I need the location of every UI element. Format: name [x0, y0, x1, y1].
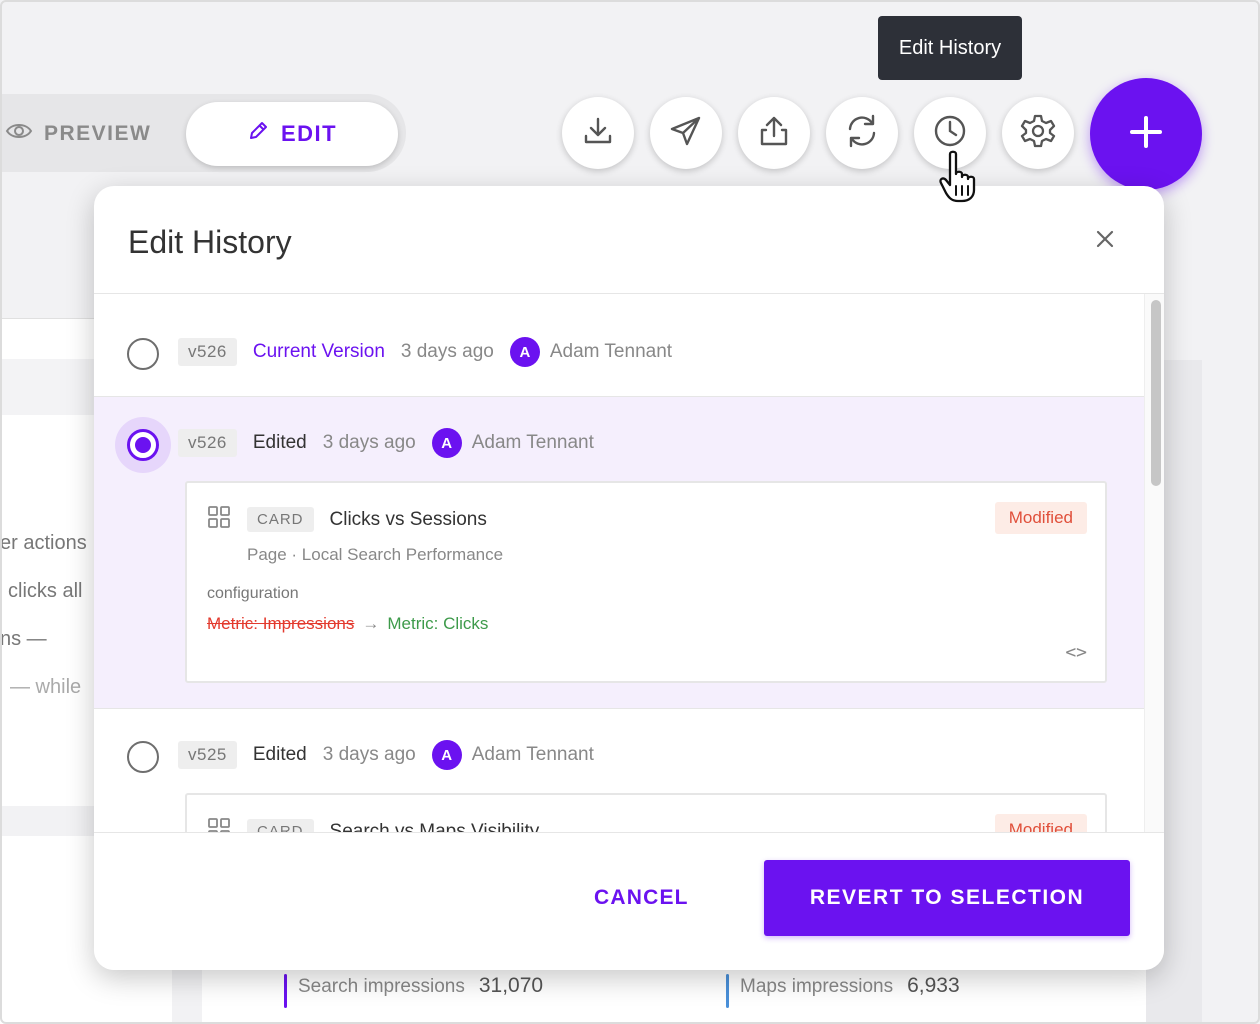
change-card: CARD Clicks vs Sessions Modified Page · …	[185, 481, 1107, 683]
settings-button[interactable]	[1002, 97, 1074, 169]
change-card-header: CARD Clicks vs Sessions	[207, 505, 487, 534]
avatar: A	[431, 428, 462, 458]
card-subtitle: Page · Local Search Performance	[247, 545, 504, 564]
version-badge: v526	[178, 429, 237, 457]
send-icon	[668, 113, 704, 154]
card-type-badge: CARD	[247, 507, 314, 532]
background-text-line: ns —	[0, 628, 47, 650]
version-radio[interactable]	[127, 429, 159, 461]
entry-author: Adam Tennant	[471, 432, 594, 453]
metric-maps-impressions: Maps impressions 6,933	[726, 974, 960, 1008]
metric-value: 6,933	[907, 974, 960, 997]
pencil-icon	[247, 120, 269, 148]
entry-time: 3 days ago	[322, 432, 416, 453]
plus-icon	[1129, 115, 1163, 154]
download-icon	[581, 114, 615, 153]
avatar: A	[509, 337, 540, 367]
grid-icon	[207, 505, 231, 534]
changed-field-name: configuration	[207, 585, 299, 602]
old-value: Metric: Impressions	[207, 614, 355, 633]
history-entry[interactable]: v525 Edited 3 days ago A Adam Tennant CA…	[94, 709, 1144, 832]
close-button[interactable]	[1090, 226, 1120, 256]
preview-label: PREVIEW	[44, 122, 152, 145]
entry-author: Adam Tennant	[471, 744, 594, 765]
entry-status: Edited	[252, 744, 307, 765]
edit-history-tooltip: Edit History	[878, 16, 1022, 80]
modified-badge: Modified	[994, 814, 1087, 832]
card-name: Search vs Maps Visibility	[329, 820, 540, 833]
arrow-right-icon: →	[362, 614, 380, 633]
entry-status: Edited	[252, 432, 307, 453]
mode-toggle: PREVIEW EDIT	[0, 94, 406, 172]
modal-header: Edit History	[94, 186, 1164, 294]
history-entry[interactable]: v526 Current Version 3 days ago A Adam T…	[94, 294, 1144, 396]
close-icon	[1096, 230, 1114, 253]
grid-icon	[207, 817, 231, 832]
new-value: Metric: Clicks	[387, 614, 489, 633]
background-text-line: er actions	[0, 532, 87, 554]
download-button[interactable]	[562, 97, 634, 169]
background-card-band	[0, 359, 94, 415]
scrollbar[interactable]	[1144, 294, 1164, 832]
metric-label: Search impressions	[298, 976, 465, 997]
background-card	[0, 318, 94, 806]
metric-color-bar	[726, 974, 729, 1008]
eye-icon	[4, 121, 34, 147]
change-card: CARD Search vs Maps Visibility Modified	[185, 793, 1107, 832]
send-button[interactable]	[650, 97, 722, 169]
metric-label: Maps impressions	[740, 976, 894, 997]
version-badge: v525	[178, 741, 237, 769]
modified-badge: Modified	[994, 502, 1087, 534]
avatar: A	[431, 740, 462, 770]
entry-time: 3 days ago	[322, 744, 416, 765]
add-button[interactable]	[1090, 78, 1202, 190]
edit-button[interactable]: EDIT	[186, 102, 398, 166]
refresh-icon	[843, 112, 881, 155]
entry-meta: v525 Edited 3 days ago A Adam Tennant	[178, 740, 594, 770]
preview-button[interactable]: PREVIEW	[4, 120, 151, 148]
hand-cursor-icon	[938, 150, 990, 209]
card-name: Clicks vs Sessions	[329, 508, 487, 530]
scrollbar-thumb[interactable]	[1151, 300, 1161, 486]
entry-time: 3 days ago	[400, 341, 494, 362]
cancel-button[interactable]: CANCEL	[576, 881, 707, 915]
change-card-header: CARD Search vs Maps Visibility	[207, 817, 539, 832]
change-diff: Metric: Impressions → Metric: Clicks	[207, 614, 488, 634]
clock-icon	[932, 113, 968, 154]
entry-meta: v526 Edited 3 days ago A Adam Tennant	[178, 428, 594, 458]
share-button[interactable]	[738, 97, 810, 169]
history-list[interactable]: v526 Current Version 3 days ago A Adam T…	[94, 294, 1144, 832]
metric-search-impressions: Search impressions 31,070	[284, 974, 544, 1008]
edit-label: EDIT	[280, 121, 338, 146]
edit-history-modal: Edit History v526 Current Version 3 days…	[94, 186, 1164, 970]
modal-footer: CANCEL REVERT TO SELECTION	[94, 832, 1164, 970]
history-entry-selected[interactable]: v526 Edited 3 days ago A Adam Tennant CA…	[94, 397, 1144, 708]
card-type-badge: CARD	[247, 819, 314, 832]
background-text-line: — while	[10, 676, 82, 698]
background-text-line: clicks all	[8, 580, 83, 602]
entry-status: Current Version	[252, 341, 385, 362]
refresh-button[interactable]	[826, 97, 898, 169]
revert-to-selection-button[interactable]: REVERT TO SELECTION	[764, 860, 1130, 936]
metric-color-bar	[284, 974, 287, 1008]
modal-title: Edit History	[128, 224, 292, 260]
metric-value: 31,070	[478, 974, 544, 997]
version-badge: v526	[178, 338, 237, 366]
gear-icon	[1019, 112, 1057, 155]
version-radio[interactable]	[127, 741, 159, 773]
share-icon	[757, 114, 791, 153]
code-icon[interactable]: <>	[1065, 642, 1087, 663]
entry-author: Adam Tennant	[549, 341, 673, 362]
entry-meta: v526 Current Version 3 days ago A Adam T…	[178, 337, 672, 367]
version-radio[interactable]	[127, 338, 159, 370]
